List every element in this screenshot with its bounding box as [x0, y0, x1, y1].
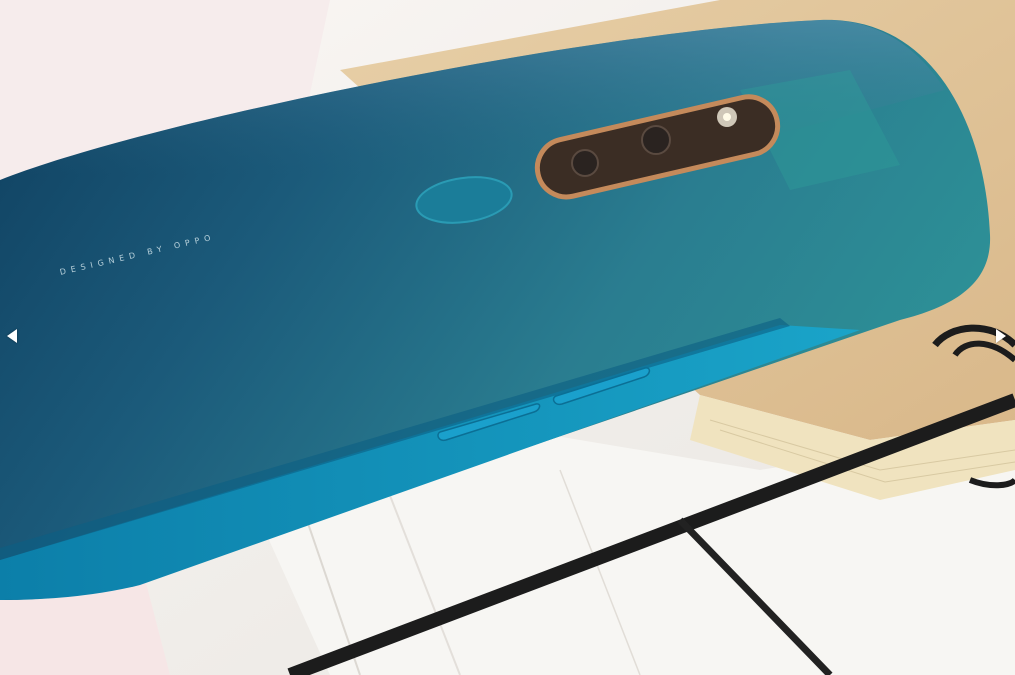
next-image-arrow-icon[interactable] [996, 329, 1006, 343]
phone-photo-illustration [0, 0, 1015, 675]
product-photo: DESIGNED BY OPPO [0, 0, 1015, 675]
previous-image-arrow-icon[interactable] [7, 329, 17, 343]
